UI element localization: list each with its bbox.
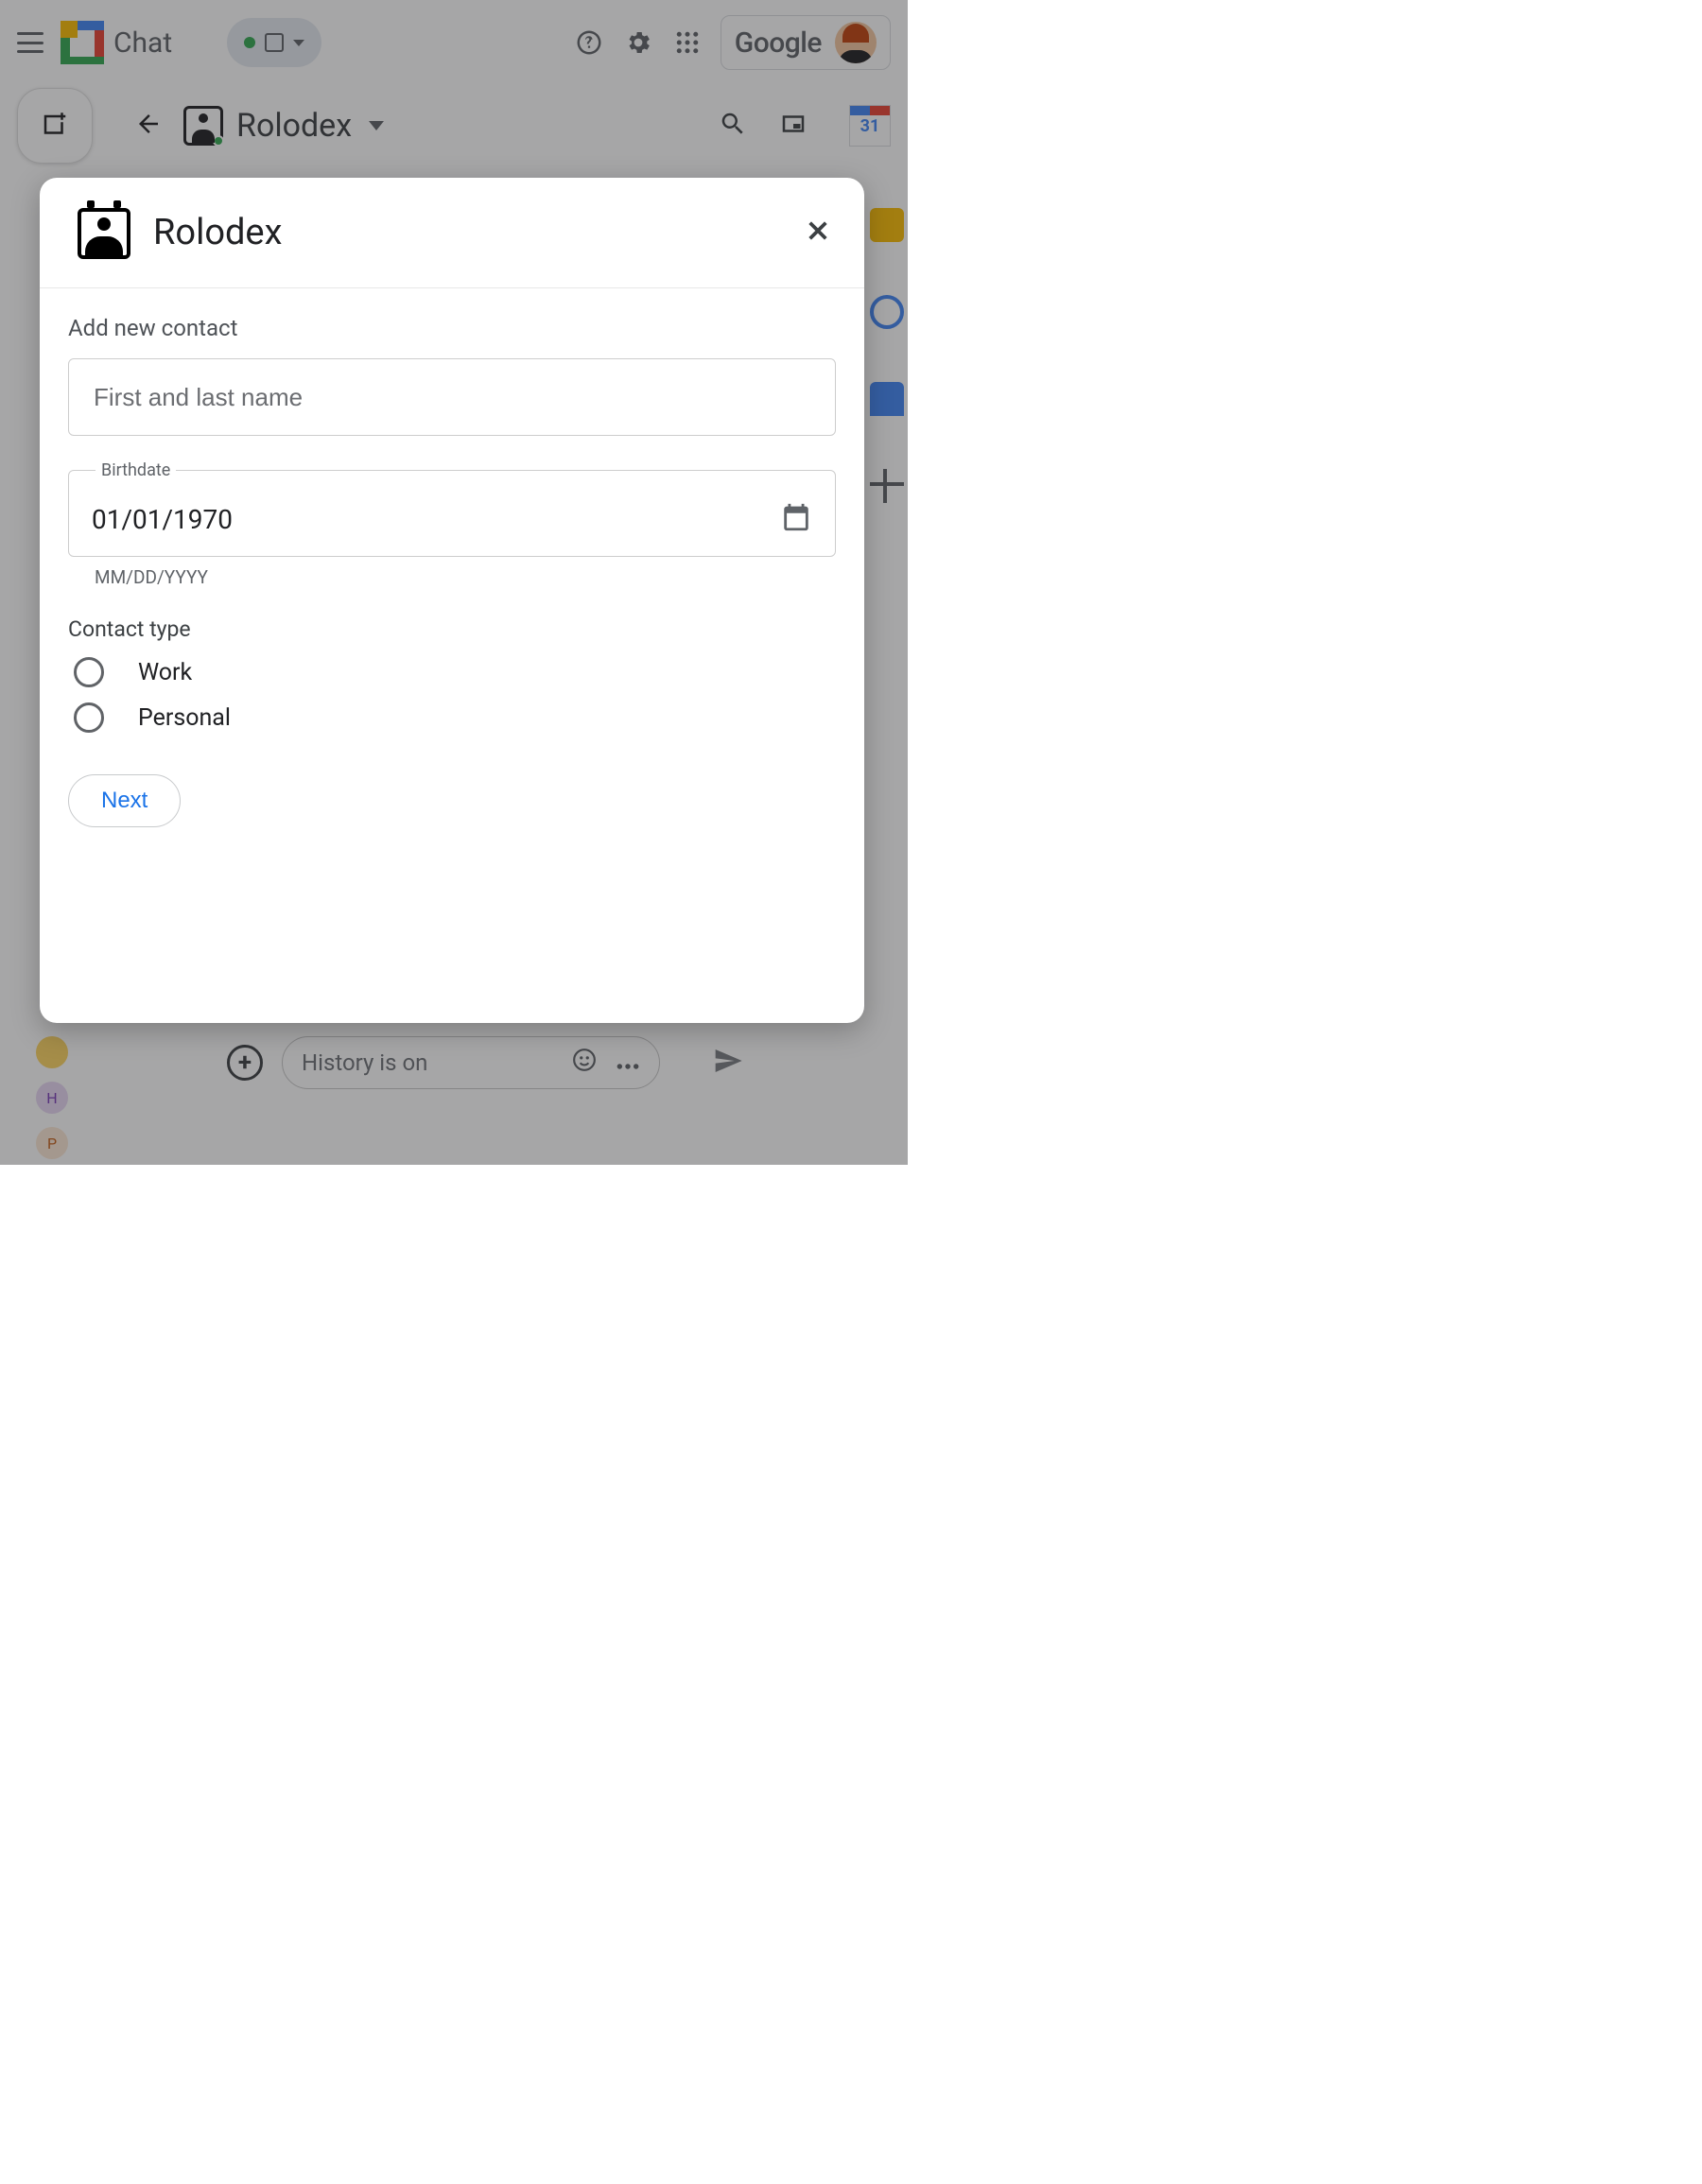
radio-personal-row[interactable]: Personal	[68, 702, 836, 733]
name-input[interactable]	[68, 358, 836, 436]
birthdate-value: 01/01/1970	[92, 504, 233, 535]
birthdate-hint: MM/DD/YYYY	[95, 566, 836, 588]
calendar-icon[interactable]	[780, 501, 812, 537]
rolodex-dialog: Rolodex Add new contact Birthdate 01/01/…	[40, 178, 864, 1023]
rolodex-logo-icon	[78, 206, 130, 259]
birthdate-field[interactable]: Birthdate 01/01/1970	[68, 460, 836, 557]
radio-work-row[interactable]: Work	[68, 657, 836, 687]
contact-type-label: Contact type	[68, 616, 836, 642]
birthdate-field-wrap: Birthdate 01/01/1970 MM/DD/YYYY	[68, 460, 836, 588]
radio-personal-label: Personal	[138, 704, 231, 732]
birthdate-label: Birthdate	[96, 460, 176, 480]
dialog-header: Rolodex	[40, 178, 864, 288]
radio-work-circle[interactable]	[74, 657, 104, 687]
next-button[interactable]: Next	[68, 774, 181, 827]
add-contact-heading: Add new contact	[68, 315, 836, 341]
dialog-body: Add new contact Birthdate 01/01/1970 MM/…	[40, 288, 864, 854]
dialog-title: Rolodex	[153, 212, 282, 253]
radio-personal-circle[interactable]	[74, 702, 104, 733]
radio-work-label: Work	[138, 659, 192, 686]
close-button[interactable]	[804, 217, 832, 249]
